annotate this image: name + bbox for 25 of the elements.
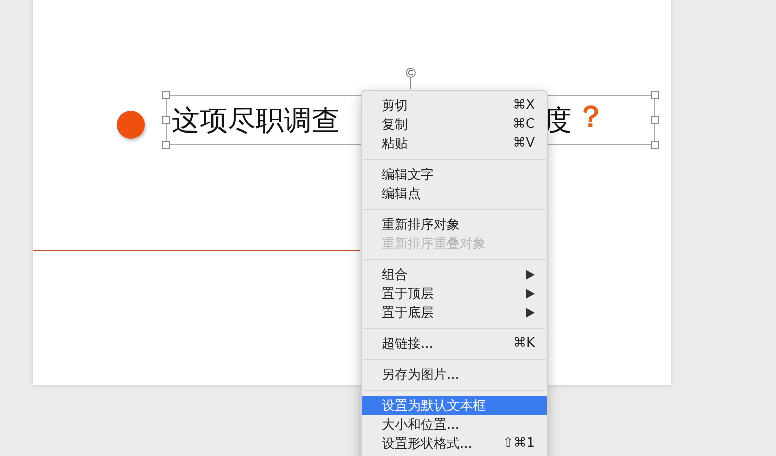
bullet-dot-icon — [117, 111, 145, 139]
menu-item[interactable]: 大小和位置... — [362, 415, 547, 434]
menu-item[interactable]: 超链接... ⌘K — [362, 334, 547, 353]
resize-handle[interactable] — [162, 141, 170, 149]
resize-handle[interactable] — [162, 91, 170, 99]
menu-item[interactable]: 复制 ⌘C — [362, 115, 547, 134]
menu-item[interactable]: 编辑文字 — [362, 165, 547, 184]
resize-handle[interactable] — [651, 116, 659, 124]
menu-item[interactable]: 置于底层 — [362, 303, 547, 322]
resize-handle[interactable] — [162, 116, 170, 124]
slide-text: 这项尽职调查 — [172, 104, 340, 138]
slide-text: 度 — [544, 104, 572, 138]
resize-handle[interactable] — [651, 141, 659, 149]
menu-item[interactable]: 设置形状格式... ⇧⌘1 — [362, 434, 547, 453]
resize-handle[interactable] — [651, 91, 659, 99]
question-mark: ？ — [576, 100, 606, 136]
menu-item[interactable]: 编辑点 — [362, 184, 547, 203]
menu-item[interactable]: 组合 — [362, 265, 547, 284]
menu-item[interactable]: 设置为默认文本框 — [362, 396, 547, 415]
rotate-handle-icon[interactable] — [405, 67, 417, 89]
menu-item[interactable]: 置于顶层 — [362, 284, 547, 303]
menu-item[interactable]: 重新排序对象 — [362, 215, 547, 234]
menu-item[interactable]: 粘贴 ⌘V — [362, 134, 547, 153]
menu-item[interactable]: 另存为图片... — [362, 365, 547, 384]
menu-item[interactable]: 剪切 ⌘X — [362, 96, 547, 115]
